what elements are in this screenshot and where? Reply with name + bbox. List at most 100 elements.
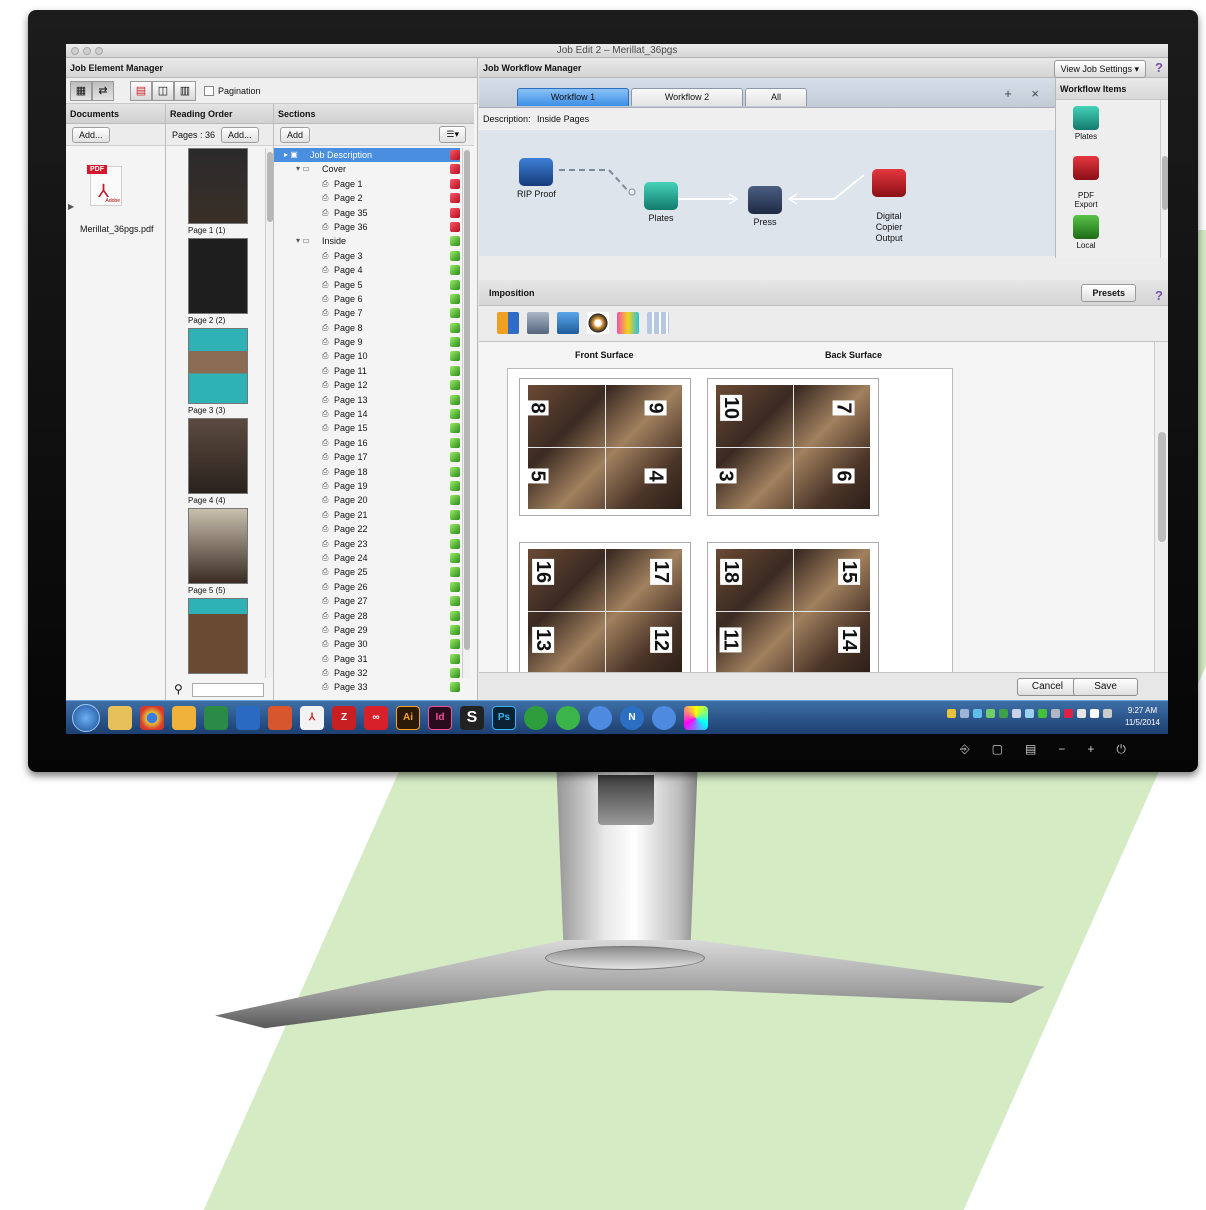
green-arrow-icon[interactable] — [450, 639, 460, 650]
plus-icon[interactable]: + — [1087, 742, 1094, 757]
tree-page-row[interactable]: ⎙ Page 21 — [274, 508, 460, 522]
tray-icon[interactable] — [1012, 709, 1021, 718]
documents-add-button[interactable]: Add... — [72, 126, 110, 143]
green-arrow-icon[interactable] — [450, 480, 460, 491]
green-arrow-icon[interactable] — [450, 337, 460, 348]
green-arrow-icon[interactable] — [450, 394, 460, 405]
press-node[interactable]: Press — [741, 186, 789, 227]
green-arrow-icon[interactable] — [450, 509, 460, 520]
tree-page-row[interactable]: ⎙ Page 5 — [274, 278, 460, 292]
green-arrow-icon[interactable] — [450, 581, 460, 592]
tree-page-row[interactable]: ⎙ Page 22 — [274, 522, 460, 536]
tree-page-row[interactable]: ⎙ Page 15 — [274, 421, 460, 435]
tree-folder-row[interactable]: ▾ ▭ Cover — [274, 162, 460, 176]
tab-workflow-1[interactable]: Workflow 1 — [517, 88, 629, 106]
tree-page-row[interactable]: ⎙ Page 8 — [274, 321, 460, 335]
green-arrow-icon[interactable] — [450, 250, 460, 261]
workflow-items-scrollbar[interactable] — [1160, 100, 1168, 258]
reading-add-button[interactable]: Add... — [221, 126, 259, 143]
tray-icon[interactable] — [973, 709, 982, 718]
workflow-item-plates[interactable]: Plates — [1056, 106, 1116, 141]
page-thumbnail[interactable] — [188, 148, 248, 224]
pagination-checkbox[interactable] — [204, 85, 214, 96]
thumbnail-search-field[interactable] — [192, 683, 264, 697]
tray-icon[interactable] — [986, 709, 995, 718]
input-icon[interactable]: ⎆ — [960, 742, 970, 757]
expand-arrow-icon[interactable]: ▶ — [68, 202, 74, 211]
green-app-icon[interactable] — [524, 705, 548, 730]
tab-workflow-2[interactable]: Workflow 2 — [631, 88, 743, 106]
marks-icon[interactable] — [587, 312, 609, 334]
fold-icon[interactable] — [557, 312, 579, 334]
green-arrow-icon[interactable] — [450, 653, 460, 664]
tree-page-row[interactable]: ⎙ Page 10 — [274, 349, 460, 363]
digital-copier-output-node[interactable]: Digital Copier Output — [859, 158, 919, 244]
add-tab-icon[interactable]: + — [1004, 86, 1020, 101]
tray-icon[interactable] — [1051, 709, 1060, 718]
green-arrow-icon[interactable] — [450, 538, 460, 549]
tree-page-row[interactable]: ⎙ Page 20 — [274, 493, 460, 507]
reading-view-icon[interactable]: ⇄ — [92, 80, 114, 101]
green-arrow-icon[interactable] — [450, 495, 460, 506]
illustrator-icon[interactable]: Ai — [396, 705, 420, 730]
document-file-name[interactable]: Merillat_36pgs.pdf — [80, 224, 154, 234]
sections-add-button[interactable]: Add — [280, 126, 311, 143]
bluetooth-icon[interactable] — [1077, 709, 1086, 718]
green-arrow-icon[interactable] — [450, 322, 460, 333]
tree-page-row[interactable]: ⎙ Page 23 — [274, 537, 460, 551]
grid-icon[interactable]: ▤ — [1025, 742, 1036, 757]
tray-icon[interactable] — [947, 709, 956, 718]
chrome-icon[interactable] — [140, 705, 164, 730]
tree-page-row[interactable]: ⎙ Page 13 — [274, 393, 460, 407]
workflow-item-pdf-export[interactable]: PDF Export — [1056, 147, 1116, 209]
blue-app-icon[interactable] — [588, 705, 612, 730]
green-arrow-icon[interactable] — [450, 365, 460, 376]
red-arrow-icon[interactable] — [450, 150, 460, 160]
presets-button[interactable]: Presets — [1081, 284, 1136, 302]
start-button[interactable] — [72, 703, 100, 732]
red-arrow-icon[interactable] — [450, 178, 460, 189]
color-bar-icon[interactable] — [617, 312, 639, 334]
tree-page-row[interactable]: ⎙ Page 12 — [274, 378, 460, 392]
tree-page-row[interactable]: ⎙ Page 4 — [274, 263, 460, 277]
acrobat-icon[interactable]: ⅄ — [300, 705, 324, 730]
signature-sheet[interactable]: 10 7 3 6 — [707, 378, 879, 516]
green-arrow-icon[interactable] — [450, 452, 460, 463]
save-button[interactable]: Save — [1073, 678, 1138, 696]
page-thumbnail[interactable] — [188, 328, 248, 404]
tab-all[interactable]: All — [745, 88, 807, 106]
sections-scrollbar[interactable] — [462, 148, 470, 678]
tree-page-row[interactable]: ⎙ Page 11 — [274, 364, 460, 378]
signature-sheet[interactable]: 16 17 13 12 — [519, 542, 691, 672]
tree-page-row[interactable]: ⎙ Page 33 — [274, 680, 460, 694]
tree-page-row[interactable]: ⎙ Page 16 — [274, 436, 460, 450]
word-icon[interactable] — [236, 705, 260, 730]
zoom-search-icon[interactable]: ⚲ — [174, 682, 183, 696]
view-job-settings-select[interactable]: View Job Settings ▾ — [1053, 60, 1146, 78]
green-arrow-icon[interactable] — [450, 668, 460, 679]
tree-page-row[interactable]: ⎙ Page 6 — [274, 292, 460, 306]
green-arrow-icon[interactable] — [450, 308, 460, 319]
cancel-button[interactable]: Cancel — [1016, 678, 1078, 696]
red-arrow-icon[interactable] — [450, 207, 460, 218]
flag-icon[interactable] — [1090, 709, 1099, 718]
signature-sheet[interactable]: 18 15 11 14 — [707, 542, 879, 672]
green-arrow-icon[interactable] — [450, 423, 460, 434]
green-arrow-icon[interactable] — [450, 279, 460, 290]
green-app-2-icon[interactable] — [556, 705, 580, 730]
tree-page-row[interactable]: ⎙ Page 1 — [274, 177, 460, 191]
layout-icon[interactable] — [497, 312, 519, 334]
tree-page-row[interactable]: ⎙ Page 7 — [274, 306, 460, 320]
tree-page-row[interactable]: ⎙ Page 17 — [274, 450, 460, 464]
tree-page-row[interactable]: ⎙ Page 24 — [274, 551, 460, 565]
photoshop-icon[interactable]: Ps — [492, 705, 516, 730]
tree-page-row[interactable]: ⎙ Page 14 — [274, 407, 460, 421]
minus-icon[interactable]: − — [1058, 742, 1065, 757]
tray-icon[interactable] — [999, 709, 1008, 718]
signature-sheet[interactable]: 8 9 5 4 — [519, 378, 691, 516]
tray-icon[interactable] — [960, 709, 969, 718]
tree-page-row[interactable]: ⎙ Page 25 — [274, 565, 460, 579]
creative-cloud-icon[interactable]: ∞ — [364, 705, 388, 730]
clock[interactable]: 9:27 AM 11/5/2014 — [1125, 705, 1160, 729]
s-app-icon[interactable]: S — [460, 705, 484, 730]
